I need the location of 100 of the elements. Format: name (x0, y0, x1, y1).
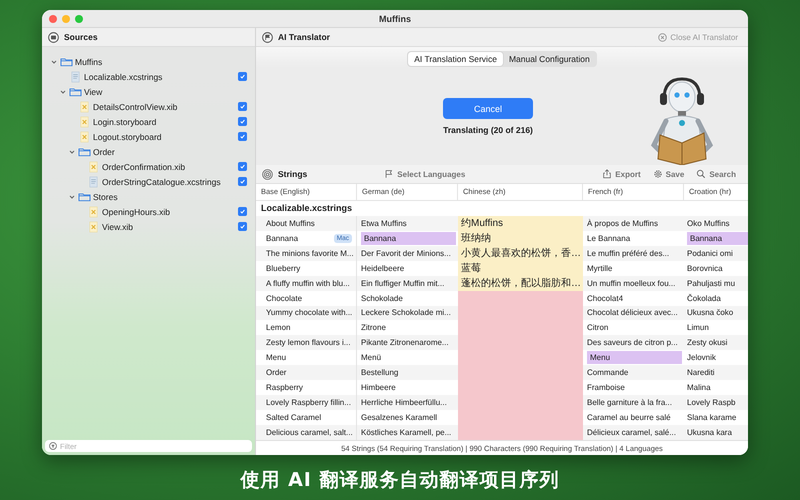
caption-text: 使用 AI 翻译服务自动翻译项目序列 (239, 468, 560, 493)
table-cell-text: Delicious caramel, salt... (266, 428, 354, 437)
highlighted-cell: 小黄人最喜欢的松饼，香… (458, 246, 583, 261)
close-icon (658, 32, 668, 42)
table-cell: Borovnica (687, 264, 723, 273)
tree-item[interactable]: OrderStringCatalogue.xcstrings (102, 176, 221, 186)
table-cell: Herrliche Himbeerfüllu... (361, 398, 447, 408)
table-cell-text: Order (266, 368, 288, 378)
flag-icon (262, 32, 273, 42)
table-cell: Zitrone (361, 323, 386, 332)
checkbox[interactable] (238, 177, 247, 186)
table-cell: Der Favorit der Minions... (361, 248, 451, 258)
table-cell: Framboise (587, 383, 625, 392)
checkbox[interactable] (238, 117, 247, 126)
table-cell: Himbeere (361, 383, 396, 392)
table-cell: Ukusna kara (687, 428, 732, 437)
toolbar-button[interactable]: Search (690, 169, 742, 179)
table-cell: Ukusna čoko (687, 308, 734, 318)
highlighted-cell: Bannana (361, 232, 456, 245)
toolbar-button[interactable]: Export (596, 169, 647, 179)
cross-document-icon (78, 130, 91, 142)
segment-tab[interactable]: Manual Configuration (502, 52, 596, 66)
toolbar-button[interactable]: Save (646, 169, 690, 179)
table-cell: Le Bannana (587, 234, 630, 243)
tree-item[interactable]: OpeningHours.xib (102, 206, 170, 216)
gear-icon (652, 169, 663, 179)
table-cell: À propos de Muffins (587, 218, 658, 228)
cross-document-icon (87, 160, 100, 172)
tree-item[interactable]: Order (93, 146, 115, 156)
search-icon (696, 169, 706, 179)
table-cell-text: About Muffins (266, 218, 316, 228)
table-cell: Ein fluffiger Muffin mit... (361, 278, 444, 288)
table-cell: Etwa Muffins (361, 218, 407, 228)
cross-document-icon (78, 100, 91, 112)
table-cell-text: Salted Caramel (266, 413, 322, 422)
group-title: Localizable.xcstrings (261, 203, 352, 214)
tree-item[interactable]: DetailsControlView.xib (93, 102, 178, 112)
folder-icon (60, 56, 73, 68)
cancel-button[interactable]: Cancel (443, 98, 533, 119)
tree-item[interactable]: OrderConfirmation.xib (102, 162, 186, 172)
panel-title: Sources (64, 32, 98, 42)
checkbox[interactable] (238, 72, 247, 81)
checkbox[interactable] (238, 132, 247, 141)
table-cell: Citron (587, 323, 608, 332)
document-icon (69, 70, 82, 82)
table-cell: Čokolada (687, 294, 721, 303)
table-cell-text: Blueberry (266, 264, 302, 273)
table-cell: Jelovnik (687, 353, 716, 362)
panel-title: AI Translator (278, 32, 330, 42)
tree-item[interactable]: Stores (93, 192, 118, 202)
chevron-icon[interactable] (50, 58, 58, 66)
table-cell: Le muffin préféré des... (587, 248, 670, 258)
table-cell: Slana karame (687, 413, 736, 422)
tree-item[interactable]: Login.storyboard (93, 116, 156, 126)
target-icon (262, 168, 273, 180)
table-cell: Un muffin moelleux fou... (587, 278, 676, 288)
table-cell-text: Yummy chocolate with... (266, 308, 354, 318)
tree-item[interactable]: View (84, 86, 102, 96)
checkbox[interactable] (238, 207, 247, 216)
tree-item[interactable]: View.xib (102, 222, 134, 232)
highlighted-cell: Menu (587, 351, 682, 364)
table-cell: Myrtille (587, 264, 612, 273)
tree-item[interactable]: Muffins (75, 56, 102, 66)
table-cell: Heidelbeere (361, 264, 404, 273)
table-cell-text: The minions favorite M... (266, 248, 355, 258)
checkbox[interactable] (238, 162, 247, 171)
table-cell: Podanici omi (687, 248, 733, 258)
tree-item[interactable]: Logout.storyboard (93, 132, 162, 142)
close-window-button[interactable] (49, 14, 57, 22)
tree-item[interactable]: Localizable.xcstrings (84, 72, 162, 82)
table-cell-text: Zesty lemon flavours i... (266, 338, 352, 348)
cross-document-icon (78, 116, 91, 128)
table-cell-text: Lovely Raspberry fillin... (266, 398, 352, 408)
table-cell-text: Lemon (266, 323, 292, 332)
table-cell: Commande (587, 368, 628, 378)
window-title: Muffins (378, 14, 412, 24)
table-cell: Pikante Zitronenarome... (361, 338, 449, 348)
table-cell: Leckere Schokolade mi... (361, 308, 451, 318)
table-cell: Lovely Raspb (687, 398, 736, 408)
table-cell: Malina (687, 383, 711, 392)
toolbar-button[interactable]: Select Languages (378, 169, 472, 179)
highlighted-cell: Bannana (687, 232, 748, 245)
chevron-icon[interactable] (59, 88, 67, 96)
folder-icon (78, 146, 91, 158)
segment-tab[interactable]: AI Translation Service (408, 52, 503, 66)
flag-icon (384, 169, 394, 179)
table-cell: Limun (687, 323, 709, 332)
checkbox[interactable] (238, 222, 247, 231)
chevron-icon[interactable] (68, 192, 76, 200)
chevron-icon[interactable] (68, 148, 76, 156)
table-cell-text: Bannana (266, 234, 300, 243)
table-cell: Köstliches Karamell, pe... (361, 428, 452, 437)
table-cell: Oko Muffins (687, 218, 730, 228)
filter-icon (49, 442, 57, 450)
table-cell: Menü (361, 353, 382, 362)
highlighted-cell: 蓝莓 (458, 260, 583, 276)
cross-document-icon (87, 220, 100, 232)
progress-text: Translating (20 of 216) (443, 125, 533, 135)
table-cell: Belle garniture à la fra... (587, 398, 672, 408)
checkbox[interactable] (238, 102, 247, 111)
